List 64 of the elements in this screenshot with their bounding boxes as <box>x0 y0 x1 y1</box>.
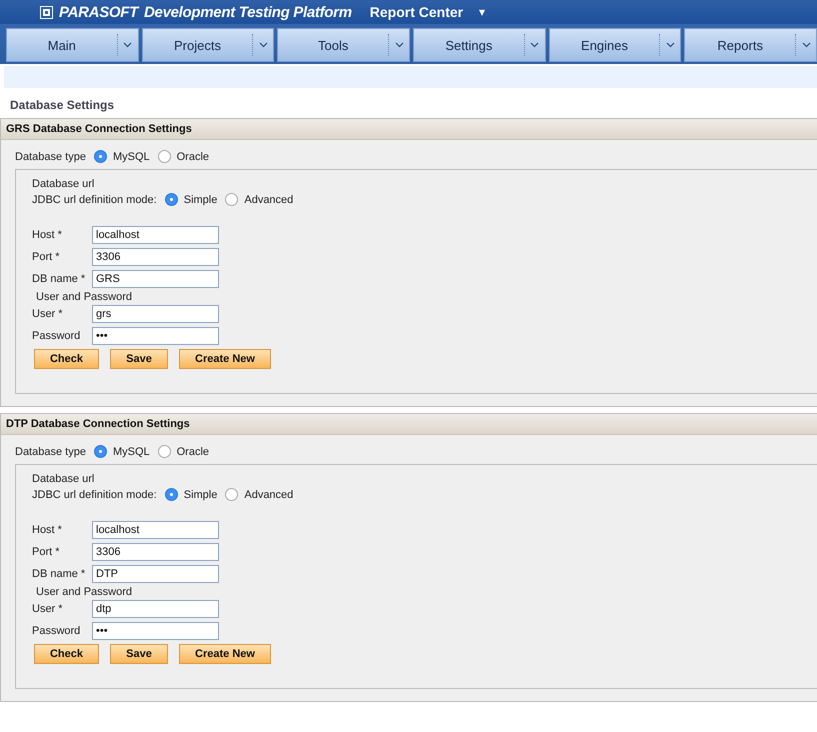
action-button[interactable]: Check <box>34 644 99 664</box>
input-field[interactable]: ••• <box>92 622 219 640</box>
action-button[interactable]: Create New <box>179 349 271 369</box>
input-field[interactable]: ••• <box>92 327 219 345</box>
page-title: Database Settings <box>10 98 114 112</box>
radio-button[interactable] <box>164 193 178 206</box>
field-label: Port * <box>32 251 61 263</box>
app-title: Report Center <box>370 4 464 20</box>
group-title: User and Password <box>36 586 133 598</box>
chevron-down-icon[interactable] <box>530 42 540 48</box>
field-label: Port * <box>32 546 61 558</box>
input-field[interactable]: grs <box>92 305 219 323</box>
radio-label[interactable]: MySQL <box>112 150 150 162</box>
field-label: JDBC url definition mode: <box>32 194 157 206</box>
field-label: User * <box>32 603 64 615</box>
radio-button[interactable] <box>164 488 178 501</box>
field-label: Host * <box>32 229 63 241</box>
radio-button[interactable] <box>94 150 107 163</box>
radio-label[interactable]: Simple <box>184 194 218 206</box>
section-header: DTP Database Connection Settings <box>1 414 817 435</box>
input-field[interactable]: 3306 <box>92 543 219 561</box>
radio-button[interactable] <box>94 445 107 458</box>
chevron-down-icon[interactable] <box>802 42 811 48</box>
field-label: Host * <box>32 524 63 536</box>
input-field[interactable]: localhost <box>92 226 219 244</box>
caret-icon[interactable]: ▾ <box>479 5 486 19</box>
field-label: User * <box>32 308 64 320</box>
group-title: Database url <box>32 178 96 190</box>
radio-button[interactable] <box>225 193 238 206</box>
field-label: DB name * <box>32 568 86 580</box>
field-label: Database type <box>15 150 86 162</box>
field-label: Password <box>32 330 82 342</box>
action-button[interactable]: Save <box>110 349 168 369</box>
section-header: GRS Database Connection Settings <box>1 119 817 140</box>
logo-icon <box>40 6 53 18</box>
radio-label[interactable]: Simple <box>184 488 218 500</box>
action-button[interactable]: Create New <box>179 644 271 664</box>
field-label: Password <box>32 625 82 637</box>
radio-button[interactable] <box>158 150 171 163</box>
chevron-down-icon[interactable] <box>258 42 268 48</box>
chevron-down-icon[interactable] <box>123 42 132 48</box>
group-title: Database url <box>32 473 96 485</box>
radio-label[interactable]: Oracle <box>176 150 210 162</box>
radio-button[interactable] <box>225 488 238 501</box>
radio-button[interactable] <box>158 445 171 458</box>
radio-label[interactable]: MySQL <box>112 446 150 458</box>
chevron-down-icon[interactable] <box>666 42 675 48</box>
input-field[interactable]: DTP <box>92 565 219 583</box>
action-button[interactable]: Check <box>34 349 99 369</box>
brand-name: PARASOFT <box>59 4 138 20</box>
radio-label[interactable]: Advanced <box>244 488 294 500</box>
input-field[interactable]: 3306 <box>92 248 219 266</box>
group-title: User and Password <box>36 291 133 303</box>
field-label: DB name * <box>32 273 86 285</box>
action-button[interactable]: Save <box>110 644 168 664</box>
radio-label[interactable]: Advanced <box>244 194 294 206</box>
product-name: Development Testing Platform <box>144 4 352 20</box>
input-field[interactable]: dtp <box>92 600 219 618</box>
field-label: JDBC url definition mode: <box>32 488 157 500</box>
input-field[interactable]: GRS <box>92 270 219 288</box>
radio-label[interactable]: Oracle <box>176 446 210 458</box>
field-label: Database type <box>15 446 86 458</box>
chevron-down-icon[interactable] <box>394 42 404 48</box>
input-field[interactable]: localhost <box>92 521 219 539</box>
